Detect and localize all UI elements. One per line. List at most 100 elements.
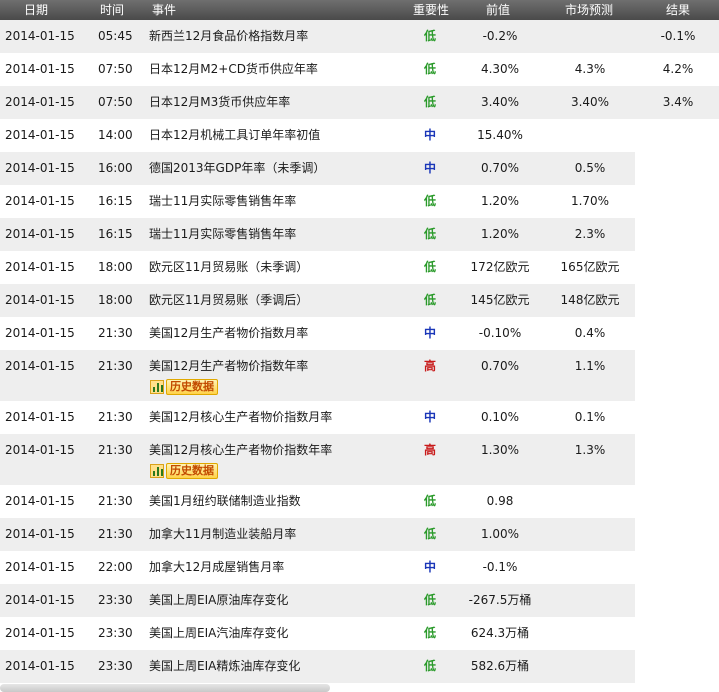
cell-event: 德国2013年GDP年率（未季调） bbox=[149, 161, 326, 175]
cell-forecast bbox=[548, 485, 632, 518]
cell-date: 2014-01-15 bbox=[5, 659, 75, 673]
cell-importance: 中 bbox=[424, 410, 437, 424]
cell-previous: 1.20% bbox=[480, 194, 520, 208]
table-row: 2014-01-15 21:30 加拿大11月制造业装船月率 低 1.00% bbox=[0, 518, 719, 551]
table-row: 2014-01-15 14:00 日本12月机械工具订单年率初值 中 15.40% bbox=[0, 119, 719, 152]
cell-time: 07:50 bbox=[98, 62, 133, 76]
table-row: 2014-01-15 21:30 美国12月生产者物价指数月率 中 -0.10% 0.4% bbox=[0, 317, 719, 350]
table-row: 2014-01-15 22:00 加拿大12月成屋销售月率 中 -0.1% bbox=[0, 551, 719, 584]
cell-forecast bbox=[548, 518, 632, 551]
table-row: 2014-01-15 21:30 美国1月纽约联储制造业指数 低 0.98 bbox=[0, 485, 719, 518]
table-row: 2014-01-15 07:50 日本12月M2+CD货币供应年率 低 4.30% 4.3… bbox=[0, 53, 719, 86]
cell-forecast: 0.1% bbox=[574, 410, 606, 424]
cell-event: 加拿大11月制造业装船月率 bbox=[149, 527, 297, 541]
cell-time: 21:30 bbox=[98, 494, 133, 508]
cell-date: 2014-01-15 bbox=[5, 410, 75, 424]
cell-importance: 低 bbox=[424, 626, 437, 640]
cell-previous: 624.3万桶 bbox=[470, 626, 530, 640]
cell-event: 欧元区11月贸易账（未季调） bbox=[149, 260, 309, 274]
cell-forecast: 165亿欧元 bbox=[560, 260, 620, 274]
cell-result bbox=[638, 251, 718, 284]
cell-result bbox=[638, 401, 718, 434]
horizontal-scrollbar[interactable] bbox=[0, 684, 330, 692]
cell-event: 美国12月核心生产者物价指数月率 bbox=[149, 410, 333, 424]
cell-forecast bbox=[548, 20, 632, 53]
cell-importance: 低 bbox=[424, 494, 437, 508]
cell-event: 美国上周EIA汽油库存变化 bbox=[149, 626, 289, 640]
cell-importance: 低 bbox=[424, 659, 437, 673]
cell-importance: 高 bbox=[424, 359, 437, 373]
cell-importance: 中 bbox=[424, 326, 437, 340]
cell-date: 2014-01-15 bbox=[5, 494, 75, 508]
cell-result bbox=[638, 617, 718, 650]
cell-time: 23:30 bbox=[98, 593, 133, 607]
cell-importance: 高 bbox=[424, 443, 437, 457]
cell-date: 2014-01-15 bbox=[5, 293, 75, 307]
cell-date: 2014-01-15 bbox=[5, 359, 75, 373]
column-header-date: 日期 bbox=[24, 3, 49, 17]
table-row: 2014-01-15 18:00 欧元区11月贸易账（未季调） 低 172亿欧元 165亿… bbox=[0, 251, 719, 284]
cell-forecast: 4.3% bbox=[574, 62, 606, 76]
cell-previous: 0.70% bbox=[480, 161, 520, 175]
cell-result bbox=[638, 434, 718, 467]
table-row: 2014-01-15 23:30 美国上周EIA精炼油库存变化 低 582.6万桶 bbox=[0, 650, 719, 683]
cell-previous: 1.00% bbox=[480, 527, 520, 541]
cell-result bbox=[638, 218, 718, 251]
cell-date: 2014-01-15 bbox=[5, 560, 75, 574]
table-row: 2014-01-15 21:30 美国12月核心生产者物价指数年率高 1.30% 1.3… bbox=[0, 434, 719, 485]
cell-event: 新西兰12月食品价格指数月率 bbox=[149, 29, 309, 43]
cell-time: 21:30 bbox=[98, 443, 133, 457]
cell-result: 3.4% bbox=[662, 95, 694, 109]
cell-event: 美国上周EIA精炼油库存变化 bbox=[149, 659, 301, 673]
cell-time: 16:15 bbox=[98, 227, 133, 241]
cell-forecast: 3.40% bbox=[570, 95, 610, 109]
cell-forecast: 148亿欧元 bbox=[560, 293, 620, 307]
cell-event: 日本12月M3货币供应年率 bbox=[149, 95, 291, 109]
cell-event: 瑞士11月实际零售销售年率 bbox=[149, 194, 297, 208]
column-header-event: 事件 bbox=[152, 3, 177, 17]
cell-date: 2014-01-15 bbox=[5, 227, 75, 241]
cell-forecast bbox=[548, 617, 632, 650]
cell-time: 23:30 bbox=[98, 626, 133, 640]
column-header-time: 时间 bbox=[100, 3, 125, 17]
cell-date: 2014-01-15 bbox=[5, 626, 75, 640]
cell-date: 2014-01-15 bbox=[5, 326, 75, 340]
column-header-result: 结果 bbox=[666, 3, 691, 17]
cell-result bbox=[638, 152, 718, 185]
cell-result bbox=[638, 350, 718, 383]
cell-forecast bbox=[548, 119, 632, 152]
cell-importance: 低 bbox=[424, 194, 437, 208]
cell-event: 加拿大12月成屋销售月率 bbox=[149, 560, 285, 574]
cell-time: 22:00 bbox=[98, 560, 133, 574]
history-data-button[interactable]: 历史数据 bbox=[150, 462, 226, 480]
cell-importance: 中 bbox=[424, 560, 437, 574]
cell-date: 2014-01-15 bbox=[5, 593, 75, 607]
cell-importance: 低 bbox=[424, 227, 437, 241]
cell-event: 瑞士11月实际零售销售年率 bbox=[149, 227, 297, 241]
cell-time: 16:00 bbox=[98, 161, 133, 175]
cell-importance: 中 bbox=[424, 161, 437, 175]
column-header-importance: 重要性 bbox=[413, 3, 450, 17]
history-data-button[interactable]: 历史数据 bbox=[150, 378, 226, 396]
cell-forecast: 1.70% bbox=[570, 194, 610, 208]
cell-previous: 15.40% bbox=[477, 128, 523, 142]
cell-previous: 1.30% bbox=[480, 443, 520, 457]
cell-time: 05:45 bbox=[98, 29, 133, 43]
table-header: 日期 时间 事件 重要性 前值 市场预测 结果 bbox=[0, 0, 719, 20]
cell-time: 21:30 bbox=[98, 410, 133, 424]
cell-forecast: 1.1% bbox=[574, 359, 606, 373]
cell-time: 18:00 bbox=[98, 260, 133, 274]
cell-date: 2014-01-15 bbox=[5, 161, 75, 175]
table-row: 2014-01-15 18:00 欧元区11月贸易账（季调后） 低 145亿欧元 148亿… bbox=[0, 284, 719, 317]
cell-event: 美国12月生产者物价指数月率 bbox=[149, 326, 309, 340]
cell-previous: 0.98 bbox=[486, 494, 514, 508]
cell-event: 欧元区11月贸易账（季调后） bbox=[149, 293, 309, 307]
table-row: 2014-01-15 21:30 美国12月核心生产者物价指数月率 中 0.10% 0.1… bbox=[0, 401, 719, 434]
cell-time: 07:50 bbox=[98, 95, 133, 109]
cell-previous: 4.30% bbox=[480, 62, 520, 76]
cell-date: 2014-01-15 bbox=[5, 443, 75, 457]
table-row: 2014-01-15 23:30 美国上周EIA汽油库存变化 低 624.3万桶 bbox=[0, 617, 719, 650]
table-row: 2014-01-15 05:45 新西兰12月食品价格指数月率 低 -0.2% -0.1% bbox=[0, 20, 719, 53]
cell-previous: 1.20% bbox=[480, 227, 520, 241]
cell-previous: -0.1% bbox=[482, 560, 518, 574]
